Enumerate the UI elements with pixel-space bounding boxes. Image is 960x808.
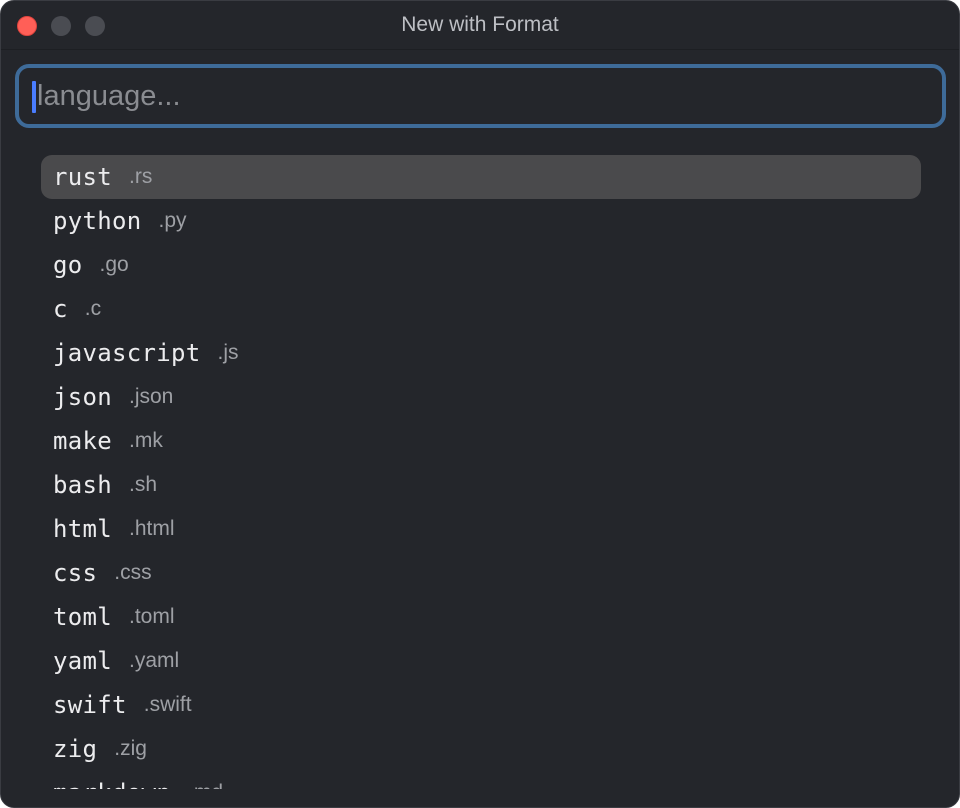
window-title: New with Format: [401, 13, 559, 36]
format-item-swift[interactable]: swift .swift: [41, 683, 921, 727]
format-extension: .toml: [129, 605, 175, 628]
format-item-c[interactable]: c .c: [41, 287, 921, 331]
title-bar: New with Format: [1, 1, 959, 50]
format-item-markdown[interactable]: markdown .md: [41, 771, 921, 789]
format-extension: .c: [84, 297, 102, 320]
format-name: python: [53, 207, 142, 235]
format-name: c: [53, 295, 68, 323]
text-caret: [32, 81, 36, 113]
format-item-yaml[interactable]: yaml .yaml: [41, 639, 921, 683]
format-name: go: [53, 251, 83, 279]
format-name: toml: [53, 603, 112, 631]
format-extension: .rs: [129, 165, 153, 188]
format-extension: .css: [114, 561, 152, 584]
format-extension: .md: [188, 781, 223, 789]
format-name: css: [53, 559, 98, 587]
format-item-html[interactable]: html .html: [41, 507, 921, 551]
format-item-json[interactable]: json .json: [41, 375, 921, 419]
format-item-rust[interactable]: rust .rs: [41, 155, 921, 199]
format-item-go[interactable]: go .go: [41, 243, 921, 287]
format-name: rust: [53, 163, 112, 191]
format-item-toml[interactable]: toml .toml: [41, 595, 921, 639]
format-extension: .mk: [129, 429, 163, 452]
format-extension: .html: [129, 517, 175, 540]
format-name: zig: [53, 735, 98, 763]
new-with-format-window: New with Format rust .rs python .py go .…: [0, 0, 960, 808]
format-name: javascript: [53, 339, 201, 367]
format-name: html: [53, 515, 112, 543]
format-item-javascript[interactable]: javascript .js: [41, 331, 921, 375]
format-name: markdown: [53, 779, 171, 789]
language-search-input[interactable]: [37, 68, 927, 124]
format-item-css[interactable]: css .css: [41, 551, 921, 595]
format-name: bash: [53, 471, 112, 499]
format-item-zig[interactable]: zig .zig: [41, 727, 921, 771]
format-item-bash[interactable]: bash .sh: [41, 463, 921, 507]
format-extension: .sh: [129, 473, 158, 496]
format-extension: .json: [129, 385, 174, 408]
search-field-container[interactable]: [15, 64, 946, 128]
format-item-python[interactable]: python .py: [41, 199, 921, 243]
format-extension: .js: [217, 341, 239, 364]
format-name: make: [53, 427, 112, 455]
format-extension: .go: [99, 253, 129, 276]
format-name: json: [53, 383, 112, 411]
format-list: rust .rs python .py go .go c .c javascri…: [41, 155, 921, 789]
format-extension: .yaml: [129, 649, 180, 672]
format-name: yaml: [53, 647, 112, 675]
format-extension: .py: [158, 209, 187, 232]
format-name: swift: [53, 691, 127, 719]
format-extension: .swift: [143, 693, 192, 716]
format-item-make[interactable]: make .mk: [41, 419, 921, 463]
format-extension: .zig: [114, 737, 147, 760]
